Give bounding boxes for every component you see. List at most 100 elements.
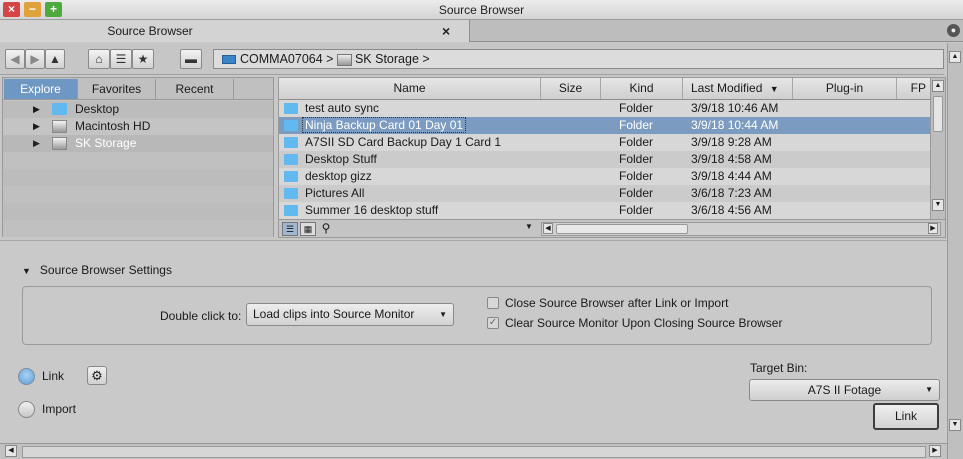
location-pane: Explore Favorites Recent ▶ Desktop ▶ Mac… — [2, 77, 274, 237]
list-view-button[interactable]: ☰ — [110, 49, 132, 69]
close-after-link-label: Close Source Browser after Link or Impor… — [505, 296, 729, 310]
scroll-thumb[interactable] — [556, 224, 688, 234]
location-tabs: Explore Favorites Recent — [3, 78, 273, 100]
file-name: Pictures All — [305, 186, 365, 200]
settings-area: ▼ Source Browser Settings Double click to… — [0, 240, 947, 443]
settings-header[interactable]: ▼ Source Browser Settings — [22, 263, 172, 277]
column-header-kind[interactable]: Kind — [601, 78, 683, 99]
back-button[interactable]: ◀ — [5, 49, 25, 69]
tree-item-sk-storage[interactable]: ▶ SK Storage — [3, 135, 273, 152]
disclosure-arrow-icon[interactable]: ▶ — [33, 101, 40, 118]
disclosure-triangle-icon[interactable]: ▼ — [22, 266, 31, 276]
clear-monitor-label: Clear Source Monitor Upon Closing Source… — [505, 316, 783, 330]
network-drive-icon — [222, 55, 236, 65]
scroll-right-arrow-icon[interactable]: ▶ — [928, 223, 938, 234]
scroll-thumb[interactable] — [933, 96, 943, 132]
file-list-footer: ☰ ▦ ⚲ ▼ ◀ ▶ — [279, 219, 945, 237]
file-row[interactable]: test auto sync Folder 3/9/18 10:46 AM — [279, 100, 931, 117]
hard-drive-icon — [336, 53, 352, 66]
file-name: test auto sync — [305, 101, 380, 115]
file-list-horizontal-scrollbar[interactable]: ◀ ▶ — [541, 222, 941, 236]
file-row[interactable]: A7SII SD Card Backup Day 1 Card 1 Folder… — [279, 134, 931, 151]
bottom-horizontal-scrollbar[interactable]: ◀ ▶ — [0, 443, 947, 459]
tab-bar: Source Browser × ● — [0, 20, 963, 42]
scroll-up-arrow-icon[interactable]: ▲ — [949, 51, 961, 63]
tree-item-label: Macintosh HD — [75, 119, 151, 133]
breadcrumb-separator: > — [326, 52, 334, 66]
file-kind: Folder — [619, 169, 654, 183]
file-row[interactable]: Summer 16 desktop stuff Folder 3/6/18 4:… — [279, 202, 931, 219]
file-list: Name Size Kind Last Modified ▼ Plug-in F… — [278, 77, 946, 238]
column-header-size[interactable]: Size — [541, 78, 601, 99]
hard-drive-icon — [52, 120, 67, 133]
path-breadcrumb: COMMA07064 > SK Storage > — [213, 49, 944, 69]
tree-item-label: Desktop — [75, 102, 120, 116]
column-header-last-modified[interactable]: Last Modified ▼ — [683, 78, 793, 99]
clear-monitor-checkbox[interactable]: ✓ — [487, 317, 499, 329]
file-row[interactable]: Desktop Stuff Folder 3/9/18 4:58 AM — [279, 151, 931, 168]
double-click-select[interactable]: Load clips into Source Monitor ▼ — [246, 303, 454, 326]
search-icon[interactable]: ⚲ — [318, 222, 334, 236]
link-radio[interactable] — [18, 368, 35, 385]
toolbar: ◀ ▶ ▲ ⌂ ☰ ★ ▬ COMMA07064 > SK Storage > — [0, 43, 944, 75]
folder-icon — [284, 205, 298, 216]
file-kind: Folder — [619, 135, 654, 149]
file-name: Ninja Backup Card 01 Day 01 — [302, 117, 467, 134]
disclosure-arrow-icon[interactable]: ▶ — [33, 135, 40, 152]
tree-item-macintosh-hd[interactable]: ▶ Macintosh HD — [3, 118, 273, 135]
list-view-icon[interactable]: ☰ — [282, 222, 298, 236]
file-row[interactable]: Pictures All Folder 3/6/18 7:23 AM — [279, 185, 931, 202]
file-rows: test auto sync Folder 3/9/18 10:46 AM Ni… — [279, 100, 931, 219]
link-radio-label: Link — [42, 369, 65, 383]
tree-empty-row — [3, 203, 273, 220]
column-header-name[interactable]: Name — [279, 78, 541, 99]
column-header-plugin[interactable]: Plug-in — [793, 78, 897, 99]
breadcrumb-item[interactable]: SK Storage — [355, 52, 419, 66]
folder-icon — [284, 137, 298, 148]
file-row[interactable]: desktop gizz Folder 3/9/18 4:44 AM — [279, 168, 931, 185]
chevron-down-icon[interactable]: ▼ — [525, 222, 533, 231]
breadcrumb-root[interactable]: COMMA07064 — [240, 52, 323, 66]
forward-button[interactable]: ▶ — [25, 49, 45, 69]
tab-label: Source Browser — [107, 24, 193, 38]
link-settings-button[interactable]: ⚙ — [87, 366, 107, 385]
tab-close-icon[interactable]: × — [442, 23, 450, 39]
scroll-left-arrow-icon[interactable]: ◀ — [5, 445, 17, 457]
folder-icon — [284, 120, 298, 131]
scroll-track[interactable] — [22, 446, 926, 458]
window-vertical-scrollbar[interactable]: ▲ ▼ — [947, 43, 963, 459]
favorites-button[interactable]: ★ — [132, 49, 154, 69]
scroll-right-arrow-icon[interactable]: ▶ — [929, 445, 941, 457]
file-list-vertical-scrollbar[interactable]: ▲ ▼ — [930, 78, 945, 219]
scroll-left-arrow-icon[interactable]: ◀ — [543, 223, 553, 234]
column-header-label: Last Modified — [691, 81, 763, 95]
scroll-up-arrow-icon[interactable]: ▲ — [932, 80, 944, 92]
folder-icon — [52, 103, 67, 115]
file-kind: Folder — [619, 203, 654, 217]
tab-recent[interactable]: Recent — [156, 79, 234, 99]
tab-favorites[interactable]: Favorites — [78, 79, 156, 99]
link-button[interactable]: Link — [873, 403, 939, 430]
target-bin-select[interactable]: A7S II Fotage ▼ — [749, 379, 940, 401]
double-click-value: Load clips into Source Monitor — [253, 307, 415, 321]
disclosure-arrow-icon[interactable]: ▶ — [33, 118, 40, 135]
scroll-down-arrow-icon[interactable]: ▼ — [949, 419, 961, 431]
home-button[interactable]: ⌂ — [88, 49, 110, 69]
file-modified: 3/9/18 4:44 AM — [691, 169, 772, 183]
up-button[interactable]: ▲ — [45, 49, 65, 69]
file-row-selected[interactable]: Ninja Backup Card 01 Day 01 Folder 3/9/1… — [279, 117, 931, 134]
scroll-down-arrow-icon[interactable]: ▼ — [932, 199, 944, 211]
tab-source-browser[interactable]: Source Browser × — [0, 20, 470, 42]
file-name: desktop gizz — [305, 169, 372, 183]
file-name-text: Ninja Backup Card 01 Day 01 — [302, 117, 467, 133]
file-modified: 3/6/18 7:23 AM — [691, 186, 772, 200]
close-after-link-checkbox[interactable] — [487, 297, 499, 309]
tab-explore[interactable]: Explore — [4, 79, 78, 99]
column-header-fps[interactable]: FP — [897, 78, 931, 99]
sort-descending-icon: ▼ — [769, 84, 779, 94]
tab-menu-icon[interactable]: ● — [947, 24, 960, 37]
device-button[interactable]: ▬ — [180, 49, 202, 69]
thumbnail-view-icon[interactable]: ▦ — [300, 222, 316, 236]
tree-item-desktop[interactable]: ▶ Desktop — [3, 101, 273, 118]
import-radio[interactable] — [18, 401, 35, 418]
